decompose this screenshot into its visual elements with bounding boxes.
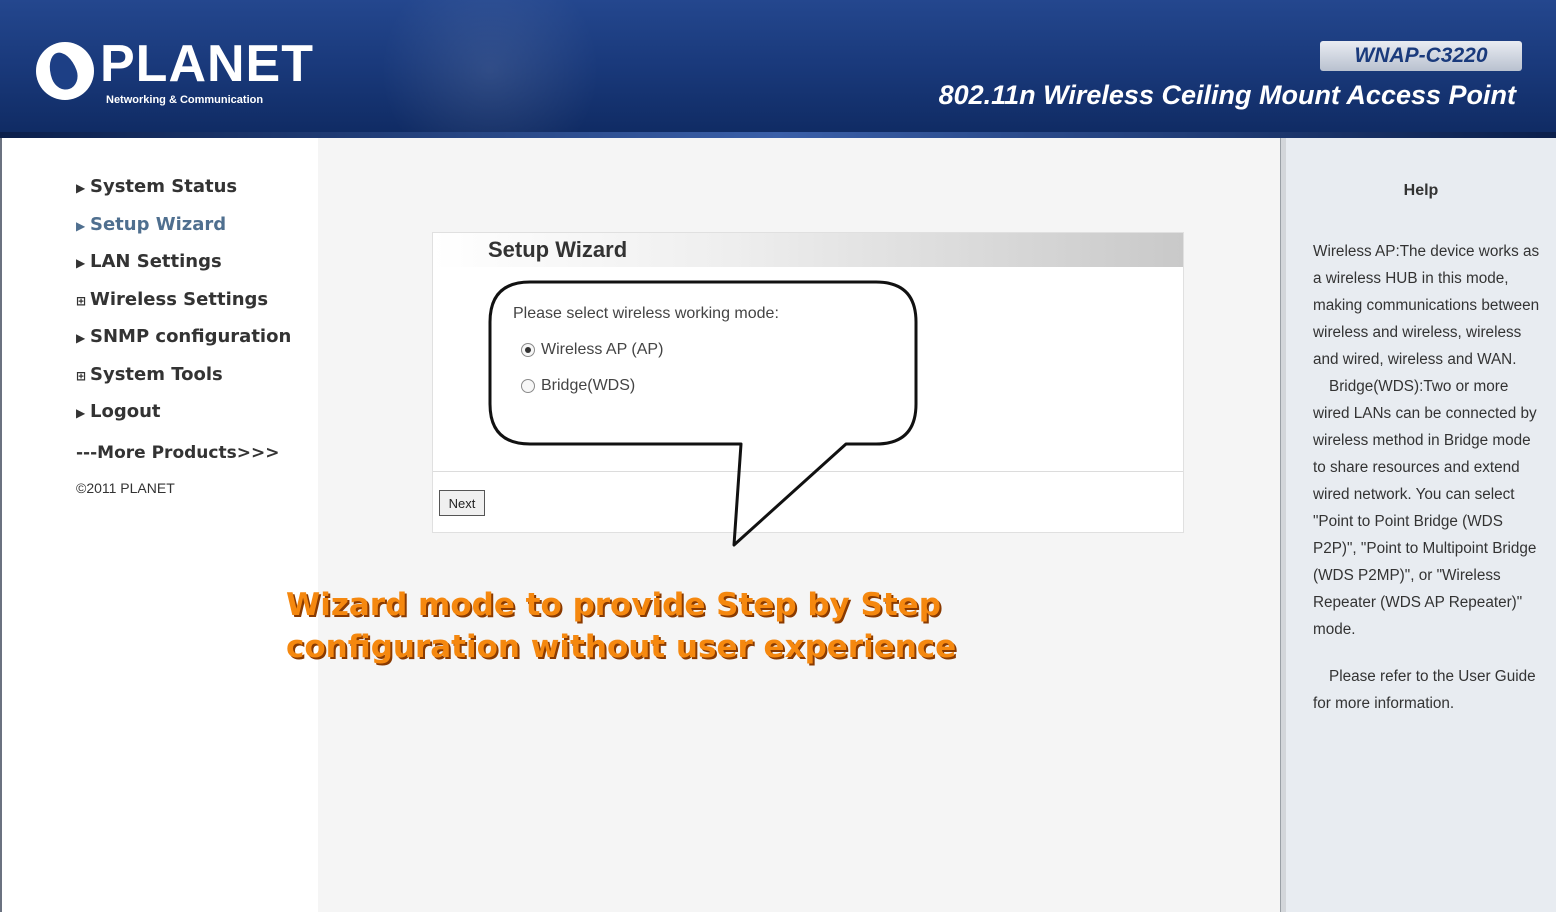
nav-item-logout[interactable]: ▶ Logout xyxy=(76,395,316,433)
arrow-icon: ▶ xyxy=(76,331,86,345)
nav-item-wireless-settings[interactable]: ⊞ Wireless Settings xyxy=(76,283,316,321)
nav-item-label: System Status xyxy=(90,176,238,197)
radio-option-ap[interactable]: Wireless AP (AP) xyxy=(521,341,663,359)
wizard-title: Setup Wizard xyxy=(488,237,628,262)
planet-logo[interactable]: PLANET Networking & Communication xyxy=(36,36,326,116)
annotation-line-1: Wizard mode to provide Step by Step xyxy=(286,587,941,623)
model-badge: WNAP-C3220 xyxy=(1320,41,1522,71)
header-banner: PLANET Networking & Communication WNAP-C… xyxy=(0,0,1556,138)
left-border xyxy=(0,138,2,912)
help-paragraph-guide: Please refer to the User Guide for more … xyxy=(1313,668,1536,712)
setup-wizard-panel: Setup Wizard Please select wireless work… xyxy=(432,232,1184,533)
arrow-icon: ▶ xyxy=(76,218,86,233)
header-sheen xyxy=(349,0,631,138)
nav-item-label: Wireless Settings xyxy=(90,288,269,310)
radio-wds-label: Bridge(WDS) xyxy=(541,377,636,394)
wizard-separator xyxy=(433,471,1183,472)
brand-tagline: Networking & Communication xyxy=(106,94,264,106)
radio-option-wds[interactable]: Bridge(WDS) xyxy=(521,377,635,395)
copyright-text: ©2011 PLANET xyxy=(76,480,175,496)
nav-item-lan-settings[interactable]: ▶ LAN Settings xyxy=(76,245,316,283)
radio-wds[interactable] xyxy=(521,379,535,393)
nav-item-label: System Tools xyxy=(90,363,223,385)
arrow-icon: ▶ xyxy=(76,256,86,270)
nav-item-label: LAN Settings xyxy=(90,251,222,272)
arrow-icon: ▶ xyxy=(76,181,86,195)
help-paragraph-wds: Bridge(WDS):Two or more wired LANs can b… xyxy=(1313,378,1537,638)
brand-name: PLANET xyxy=(100,35,314,93)
sidebar-nav: ▶ System Status ▶ Setup Wizard ▶ LAN Settin… xyxy=(76,170,316,496)
expand-plus-icon: ⊞ xyxy=(76,368,87,383)
nav-item-setup-wizard[interactable]: ▶ Setup Wizard xyxy=(76,208,316,246)
nav-item-label: Setup Wizard xyxy=(90,213,227,235)
help-panel: Help Wireless AP:The device works as a w… xyxy=(1286,138,1556,912)
next-button[interactable]: Next xyxy=(439,490,485,516)
help-paragraph-ap: Wireless AP:The device works as a wirele… xyxy=(1313,243,1540,368)
nav-item-label: SNMP configuration xyxy=(90,326,292,347)
radio-ap-label: Wireless AP (AP) xyxy=(541,341,664,358)
radio-ap[interactable] xyxy=(521,343,535,357)
more-products-link[interactable]: ---More Products>>> xyxy=(76,437,316,475)
annotation-text: Wizard mode to provide Step by Step conf… xyxy=(286,584,1126,668)
nav-item-system-status[interactable]: ▶ System Status xyxy=(76,170,316,208)
help-title: Help xyxy=(1403,182,1439,199)
nav-item-system-tools[interactable]: ⊞ System Tools xyxy=(76,358,316,396)
annotation-line-2: configuration without user experience xyxy=(286,629,957,665)
nav-item-snmp-configuration[interactable]: ▶ SNMP configuration xyxy=(76,320,316,358)
expand-plus-icon: ⊞ xyxy=(76,293,87,308)
arrow-icon: ▶ xyxy=(76,406,86,420)
nav-item-label: Logout xyxy=(90,401,161,422)
help-text: Wireless AP:The device works as a wirele… xyxy=(1313,238,1545,717)
planet-logo-icon xyxy=(36,42,94,100)
mode-prompt: Please select wireless working mode: xyxy=(513,305,779,322)
product-name: 802.11n Wireless Ceiling Mount Access Po… xyxy=(938,80,1516,110)
